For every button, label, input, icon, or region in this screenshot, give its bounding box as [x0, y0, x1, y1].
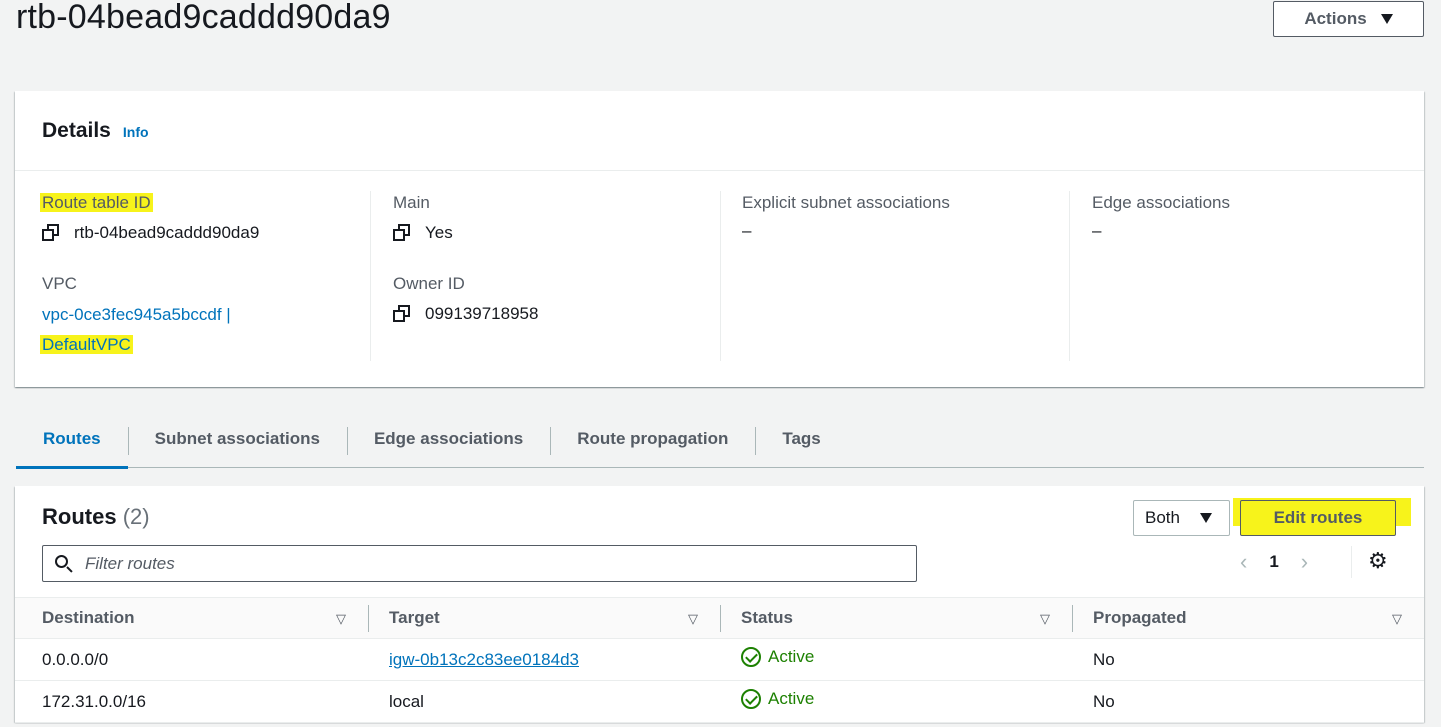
tab-routes[interactable]: Routes — [16, 414, 128, 469]
details-columns: Route table ID rtb-04bead9caddd90da9 VPC… — [15, 171, 1424, 387]
column-header-destination[interactable]: Destination ▽ — [15, 597, 368, 639]
tab-bar: Routes Subnet associations Edge associat… — [16, 414, 1424, 469]
table-row: 172.31.0.0/16 local Active No — [15, 680, 1424, 723]
edit-routes-button[interactable]: Edit routes — [1240, 500, 1396, 536]
vpc-name-link[interactable]: DefaultVPC — [40, 335, 133, 354]
edge-assoc-value: – — [1092, 221, 1102, 240]
edge-assoc-label: Edge associations — [1092, 193, 1230, 212]
copy-icon[interactable] — [393, 224, 411, 242]
divider — [1351, 546, 1352, 578]
page-number[interactable]: 1 — [1269, 552, 1278, 572]
tab-route-propagation[interactable]: Route propagation — [550, 414, 755, 468]
edit-routes-label: Edit routes — [1273, 508, 1363, 527]
routes-title: Routes (2) — [42, 504, 150, 529]
explicit-subnet-label: Explicit subnet associations — [742, 193, 950, 212]
route-filter-value: Both — [1145, 508, 1180, 527]
copy-icon[interactable] — [393, 305, 411, 323]
actions-label: Actions — [1304, 9, 1367, 28]
sort-icon[interactable]: ▽ — [1040, 611, 1050, 627]
target-cell: local — [368, 680, 720, 723]
route-table-id-value: rtb-04bead9caddd90da9 — [74, 223, 260, 242]
owner-id-label: Owner ID — [393, 274, 465, 293]
sort-icon[interactable]: ▽ — [336, 611, 346, 627]
route-filter-select[interactable]: Both — [1133, 500, 1230, 536]
details-col-2: Main Yes Owner ID 099139718958 — [370, 191, 720, 361]
filter-routes-field[interactable] — [42, 545, 917, 582]
check-circle-icon — [741, 647, 761, 667]
details-header: Details Info — [15, 91, 1424, 171]
page-title: rtb-04bead9caddd90da9 — [16, 0, 391, 36]
search-icon — [55, 554, 73, 573]
status-badge: Active — [741, 689, 814, 709]
filter-routes-input[interactable] — [85, 553, 865, 574]
destination-cell: 172.31.0.0/16 — [15, 680, 368, 723]
caret-down-icon — [1380, 14, 1393, 24]
table-row: 0.0.0.0/0 igw-0b13c2c83ee0184d3 Active N… — [15, 638, 1424, 681]
tab-edge-associations[interactable]: Edge associations — [346, 414, 550, 468]
sort-icon[interactable]: ▽ — [688, 611, 698, 627]
pagination: ‹ 1 › — [1240, 549, 1308, 575]
actions-button[interactable]: Actions — [1273, 1, 1424, 37]
column-header-status[interactable]: Status ▽ — [720, 597, 1072, 639]
main-value: Yes — [425, 223, 453, 242]
details-col-1: Route table ID rtb-04bead9caddd90da9 VPC… — [40, 191, 370, 361]
details-card: Details Info Route table ID rtb-04bead9c… — [15, 91, 1424, 387]
details-title: Details — [42, 119, 111, 142]
tab-subnet-associations[interactable]: Subnet associations — [127, 414, 347, 468]
copy-icon[interactable] — [42, 224, 60, 242]
target-link[interactable]: igw-0b13c2c83ee0184d3 — [389, 650, 579, 669]
gear-icon[interactable]: ⚙ — [1368, 550, 1388, 572]
chevron-left-icon[interactable]: ‹ — [1240, 549, 1247, 575]
caret-down-icon — [1199, 513, 1212, 523]
sort-icon[interactable]: ▽ — [1392, 611, 1402, 627]
vpc-link[interactable]: vpc-0ce3fec945a5bccdf | — [42, 300, 370, 330]
status-badge: Active — [741, 647, 814, 667]
propagated-cell: No — [1072, 680, 1424, 723]
info-link[interactable]: Info — [123, 124, 149, 140]
check-circle-icon — [741, 689, 761, 709]
routes-card: Routes (2) Both Edit routes ‹ 1 › ⚙ Dest… — [15, 486, 1424, 723]
routes-count: (2) — [122, 504, 150, 529]
destination-cell: 0.0.0.0/0 — [15, 638, 368, 681]
owner-id-value: 099139718958 — [425, 304, 539, 323]
route-table-id-label: Route table ID — [40, 193, 153, 212]
column-header-target[interactable]: Target ▽ — [368, 597, 720, 639]
tab-tags[interactable]: Tags — [755, 414, 847, 468]
main-label: Main — [393, 193, 430, 212]
column-header-propagated[interactable]: Propagated ▽ — [1072, 597, 1424, 639]
details-col-4: Edge associations – — [1069, 191, 1409, 361]
explicit-subnet-value: – — [742, 221, 752, 240]
details-col-3: Explicit subnet associations – — [720, 191, 1070, 361]
vpc-label: VPC — [42, 274, 77, 293]
routes-table: Destination ▽ Target ▽ Status ▽ Propagated ▽… — [15, 597, 1424, 723]
chevron-right-icon[interactable]: › — [1301, 549, 1308, 575]
propagated-cell: No — [1072, 638, 1424, 681]
